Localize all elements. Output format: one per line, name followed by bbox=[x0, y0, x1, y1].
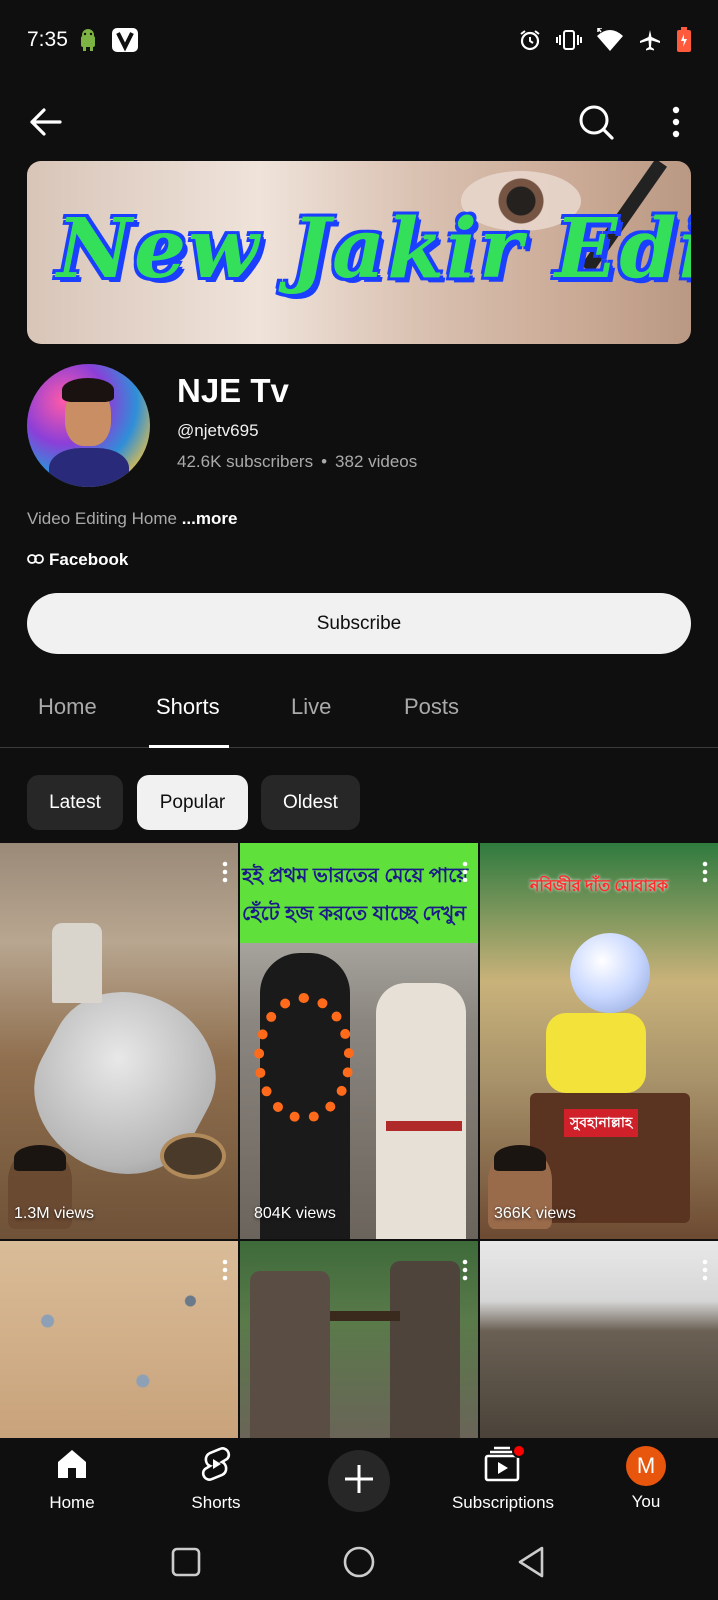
more-link[interactable]: ...more bbox=[182, 509, 238, 528]
channel-banner: New Jakir Editing Tv bbox=[27, 161, 691, 344]
android-icon bbox=[78, 29, 98, 51]
chip-oldest[interactable]: Oldest bbox=[261, 775, 360, 830]
short-overlay-text: হই প্রথম ভারতের মেয়ে পায়ে হেঁটে হজ করত… bbox=[242, 865, 469, 925]
channel-tabs: Home Shorts Live Posts bbox=[0, 680, 718, 748]
nav-home-label: Home bbox=[49, 1493, 95, 1512]
short-tile[interactable] bbox=[480, 1241, 718, 1441]
more-vert-icon[interactable] bbox=[462, 1259, 468, 1281]
more-vert-icon[interactable] bbox=[462, 861, 468, 883]
tab-live[interactable]: Live bbox=[291, 694, 331, 720]
shorts-icon bbox=[198, 1446, 234, 1487]
subscribe-button[interactable]: Subscribe bbox=[27, 593, 691, 654]
status-time: 7:35 bbox=[27, 28, 68, 51]
description-text: Video Editing Home bbox=[27, 509, 177, 528]
short-caption: সুবহানাল্লাহ bbox=[564, 1109, 639, 1137]
stats-separator: • bbox=[321, 452, 328, 471]
nav-shorts-label: Shorts bbox=[191, 1493, 241, 1512]
channel-link[interactable]: Facebook bbox=[27, 550, 128, 570]
bottom-nav: Home Shorts Subscriptions M You bbox=[0, 1438, 718, 1530]
tab-home[interactable]: Home bbox=[38, 694, 97, 720]
wifi-icon bbox=[596, 28, 624, 52]
create-button[interactable] bbox=[328, 1450, 390, 1512]
battery-icon bbox=[676, 27, 692, 53]
chip-latest[interactable]: Latest bbox=[27, 775, 123, 830]
system-nav-bar bbox=[0, 1530, 718, 1600]
notification-dot bbox=[512, 1444, 526, 1458]
video-count: 382 videos bbox=[335, 452, 418, 471]
vibrate-icon bbox=[556, 28, 582, 52]
chip-popular[interactable]: Popular bbox=[137, 775, 248, 830]
channel-handle: @njetv695 bbox=[177, 421, 259, 440]
plus-icon bbox=[343, 1463, 375, 1500]
subscriptions-icon bbox=[484, 1444, 526, 1487]
channel-name: NJE Tv bbox=[177, 372, 289, 409]
link-label: Facebook bbox=[49, 550, 129, 569]
nav-subscriptions-label: Subscriptions bbox=[451, 1493, 555, 1512]
link-icon bbox=[27, 550, 44, 570]
short-views: 1.3M views bbox=[14, 1205, 95, 1222]
short-views: 804K views bbox=[254, 1205, 336, 1222]
recents-icon[interactable] bbox=[166, 1542, 206, 1582]
v-app-icon bbox=[112, 28, 138, 52]
short-tile[interactable]: হই প্রথম ভারতের মেয়ে পায়ে হেঁটে হজ করত… bbox=[240, 843, 478, 1239]
nav-you[interactable]: M You bbox=[586, 1446, 706, 1512]
nav-shorts[interactable]: Shorts bbox=[156, 1446, 276, 1513]
home-circle-icon[interactable] bbox=[339, 1542, 379, 1582]
back-triangle-icon[interactable] bbox=[512, 1542, 552, 1582]
banner-title: New Jakir Editing Tv bbox=[57, 201, 691, 297]
tab-shorts[interactable]: Shorts bbox=[156, 694, 220, 720]
search-icon[interactable] bbox=[576, 102, 616, 142]
nav-you-label: You bbox=[631, 1492, 661, 1511]
channel-avatar[interactable] bbox=[27, 364, 150, 487]
short-tile[interactable] bbox=[0, 1241, 238, 1441]
more-vert-icon[interactable] bbox=[222, 861, 228, 883]
short-tile[interactable]: 1.3M views bbox=[0, 843, 238, 1239]
more-vert-icon[interactable] bbox=[702, 861, 708, 883]
subscriber-count: 42.6K subscribers bbox=[177, 452, 314, 471]
channel-stats: 42.6K subscribers • 382 videos bbox=[177, 452, 417, 472]
alarm-icon bbox=[518, 28, 542, 52]
channel-description[interactable]: Video Editing Home ...more bbox=[27, 509, 237, 529]
airplane-icon bbox=[638, 28, 662, 52]
more-vert-icon[interactable] bbox=[702, 1259, 708, 1281]
short-views: 366K views bbox=[494, 1205, 576, 1222]
back-arrow-icon[interactable] bbox=[26, 102, 66, 142]
top-app-bar bbox=[0, 90, 718, 154]
tab-posts[interactable]: Posts bbox=[404, 694, 459, 720]
more-vert-icon[interactable] bbox=[656, 102, 696, 142]
nav-subscriptions[interactable]: Subscriptions bbox=[443, 1444, 563, 1513]
status-bar: 7:35 bbox=[0, 0, 718, 82]
short-overlay-text: নবিজীর দাঁত মোবারক bbox=[529, 878, 669, 895]
you-avatar: M bbox=[626, 1446, 666, 1486]
nav-home[interactable]: Home bbox=[12, 1446, 132, 1513]
short-tile[interactable] bbox=[240, 1241, 478, 1441]
more-vert-icon[interactable] bbox=[222, 1259, 228, 1281]
short-tile[interactable]: নবিজীর দাঁত মোবারক সুবহানাল্লাহ 366K vie… bbox=[480, 843, 718, 1239]
home-icon bbox=[54, 1446, 90, 1487]
active-tab-indicator bbox=[149, 745, 229, 748]
